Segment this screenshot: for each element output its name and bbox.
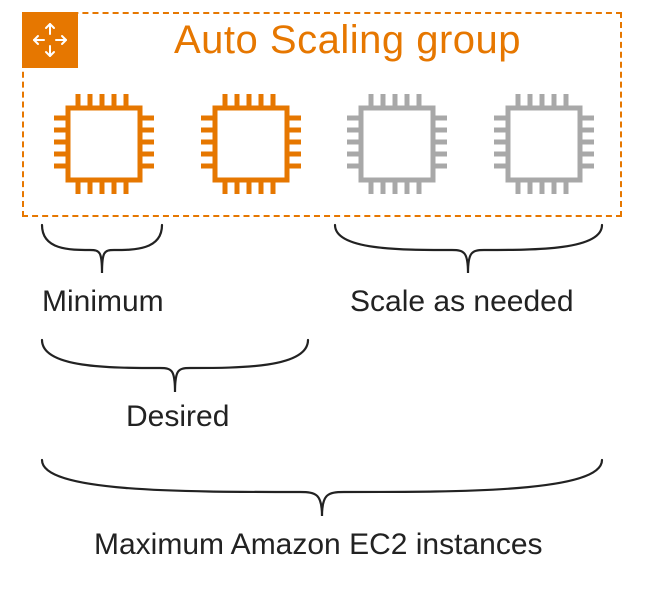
instance-row [44,84,604,204]
scale-as-needed-label: Scale as needed [350,285,574,319]
ec2-instance-icon [44,84,164,204]
maximum-label: Maximum Amazon EC2 instances [94,528,543,562]
auto-scaling-badge [22,12,78,68]
scale-arrows-icon [30,20,70,60]
ec2-instance-icon [191,84,311,204]
minimum-label: Minimum [42,285,164,319]
desired-label: Desired [126,400,229,434]
ec2-instance-icon [337,84,457,204]
asg-title: Auto Scaling group [174,18,521,63]
ec2-instance-icon [484,84,604,204]
auto-scaling-group-box: Auto Scaling group [22,12,622,217]
